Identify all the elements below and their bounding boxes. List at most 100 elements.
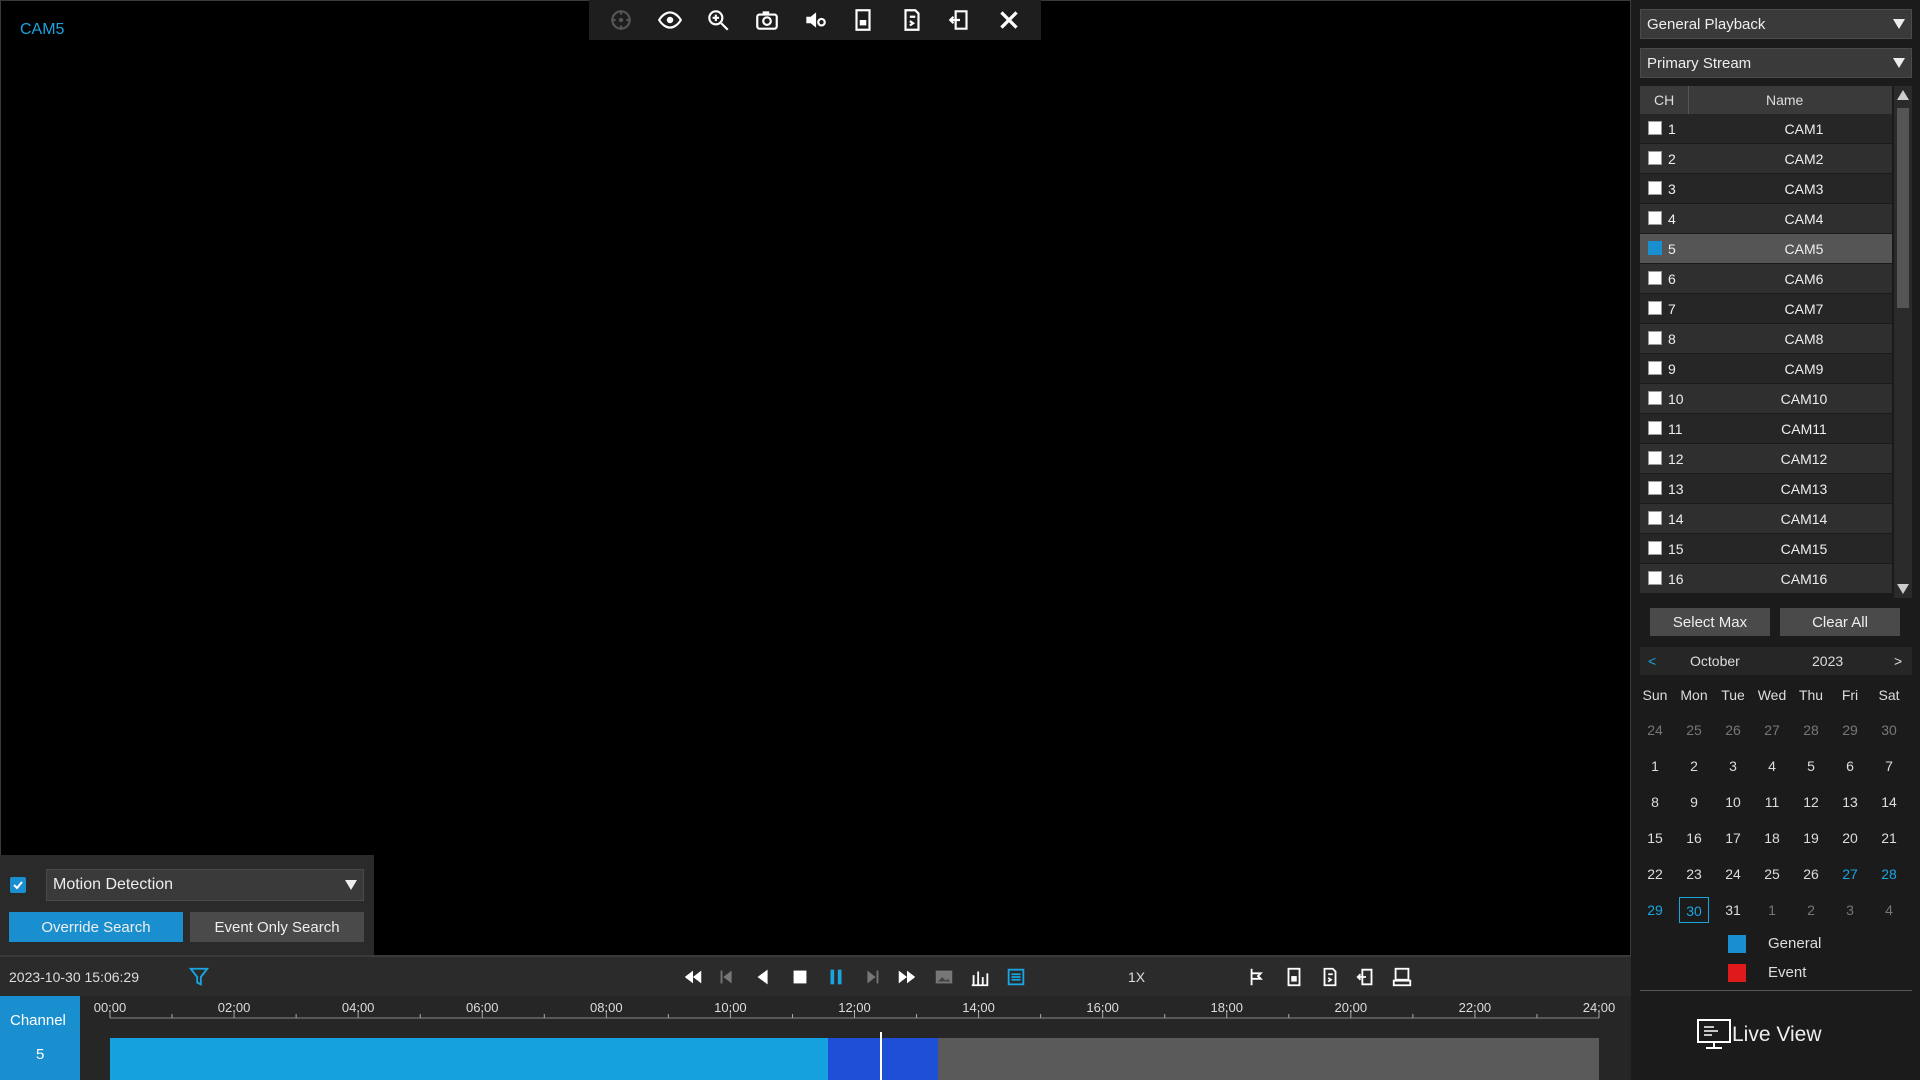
calendar-day[interactable]: 3 — [1835, 897, 1865, 923]
channel-row[interactable]: 16 CAM16 — [1640, 564, 1892, 593]
calendar-day[interactable]: 10 — [1718, 789, 1748, 815]
calendar-day[interactable]: 29 — [1835, 717, 1865, 743]
calendar-day[interactable]: 30 — [1679, 897, 1709, 923]
lock-file-icon[interactable] — [1281, 965, 1307, 989]
calendar-day[interactable]: 12 — [1796, 789, 1826, 815]
channel-row[interactable]: 7 CAM7 — [1640, 294, 1892, 323]
channel-checkbox[interactable] — [1648, 211, 1662, 225]
channel-row[interactable]: 14 CAM14 — [1640, 504, 1892, 533]
fast-forward-icon[interactable] — [894, 965, 920, 989]
calendar-day[interactable]: 4 — [1874, 897, 1904, 923]
calendar-day[interactable]: 26 — [1796, 861, 1826, 887]
channel-checkbox[interactable] — [1648, 181, 1662, 195]
event-only-search-button[interactable]: Event Only Search — [190, 912, 364, 942]
calendar-day[interactable]: 22 — [1640, 861, 1670, 887]
calendar-day[interactable]: 24 — [1718, 861, 1748, 887]
channel-checkbox[interactable] — [1648, 421, 1662, 435]
calendar-day[interactable]: 5 — [1796, 753, 1826, 779]
calendar-month-select[interactable]: October — [1690, 653, 1740, 669]
step-forward-icon[interactable] — [859, 965, 885, 989]
calendar-day[interactable]: 2 — [1679, 753, 1709, 779]
reverse-play-icon[interactable] — [750, 965, 776, 989]
channel-checkbox[interactable] — [1648, 391, 1662, 405]
calendar-day[interactable]: 21 — [1874, 825, 1904, 851]
calendar-day[interactable]: 14 — [1874, 789, 1904, 815]
clip-icon[interactable] — [1317, 965, 1343, 989]
event-type-select[interactable]: Motion Detection — [46, 869, 364, 901]
channel-checkbox[interactable] — [1648, 451, 1662, 465]
event-type-checkbox[interactable] — [10, 877, 26, 893]
calendar-day[interactable]: 1 — [1757, 897, 1787, 923]
playback-speed[interactable]: 1X — [1128, 969, 1145, 985]
channel-checkbox[interactable] — [1648, 541, 1662, 555]
calendar-day[interactable]: 27 — [1757, 717, 1787, 743]
select-max-button[interactable]: Select Max — [1650, 608, 1770, 636]
step-back-icon[interactable] — [714, 965, 740, 989]
calendar-day[interactable]: 9 — [1679, 789, 1709, 815]
channel-row[interactable]: 11 CAM11 — [1640, 414, 1892, 443]
channel-row[interactable]: 6 CAM6 — [1640, 264, 1892, 293]
scroll-down-icon[interactable] — [1897, 584, 1909, 594]
calendar-day[interactable]: 25 — [1679, 717, 1709, 743]
recording-track[interactable] — [110, 1038, 1599, 1080]
eye-icon[interactable] — [652, 2, 688, 38]
image-icon[interactable] — [931, 965, 957, 989]
calendar-day[interactable]: 1 — [1640, 753, 1670, 779]
channel-row[interactable]: 5 CAM5 — [1640, 234, 1892, 263]
channel-row[interactable]: 2 CAM2 — [1640, 144, 1892, 173]
calendar-day[interactable]: 13 — [1835, 789, 1865, 815]
calendar-day[interactable]: 30 — [1874, 717, 1904, 743]
playback-mode-select[interactable]: General Playback — [1640, 9, 1912, 39]
filter-icon[interactable] — [188, 966, 210, 988]
calendar-day[interactable]: 6 — [1835, 753, 1865, 779]
calendar-day[interactable]: 3 — [1718, 753, 1748, 779]
clear-all-button[interactable]: Clear All — [1780, 608, 1900, 636]
channel-row[interactable]: 3 CAM3 — [1640, 174, 1892, 203]
scroll-up-icon[interactable] — [1897, 90, 1909, 100]
calendar-day[interactable]: 25 — [1757, 861, 1787, 887]
timeline-cursor[interactable] — [879, 1032, 882, 1080]
backup-icon[interactable] — [942, 2, 978, 38]
channel-scrollbar[interactable] — [1894, 86, 1912, 598]
clip-icon[interactable] — [894, 2, 930, 38]
calendar-day[interactable]: 20 — [1835, 825, 1865, 851]
calendar-next-button[interactable]: > — [1894, 653, 1902, 669]
calendar-day[interactable]: 28 — [1796, 717, 1826, 743]
calendar-day[interactable]: 29 — [1640, 897, 1670, 923]
channel-checkbox[interactable] — [1648, 241, 1662, 255]
list-icon[interactable] — [1003, 965, 1029, 989]
calendar-day[interactable]: 2 — [1796, 897, 1826, 923]
tag-icon[interactable] — [1245, 965, 1271, 989]
channel-checkbox[interactable] — [1648, 151, 1662, 165]
channel-row[interactable]: 4 CAM4 — [1640, 204, 1892, 233]
channel-row[interactable]: 1 CAM1 — [1640, 114, 1892, 143]
calendar-day[interactable]: 7 — [1874, 753, 1904, 779]
calendar-day[interactable]: 27 — [1835, 861, 1865, 887]
zoom-in-icon[interactable] — [700, 2, 736, 38]
calendar-day[interactable]: 26 — [1718, 717, 1748, 743]
calendar-day[interactable]: 17 — [1718, 825, 1748, 851]
close-icon[interactable] — [991, 2, 1027, 38]
stop-icon[interactable] — [787, 965, 813, 989]
channel-row[interactable]: 15 CAM15 — [1640, 534, 1892, 563]
calendar-day[interactable]: 31 — [1718, 897, 1748, 923]
audio-icon[interactable] — [797, 2, 833, 38]
stream-select[interactable]: Primary Stream — [1640, 48, 1912, 78]
calendar-day[interactable]: 28 — [1874, 861, 1904, 887]
calendar-prev-button[interactable]: < — [1648, 653, 1656, 669]
calendar-day[interactable]: 16 — [1679, 825, 1709, 851]
channel-checkbox[interactable] — [1648, 361, 1662, 375]
fast-rewind-icon[interactable] — [680, 965, 706, 989]
calendar-day[interactable]: 8 — [1640, 789, 1670, 815]
calendar-day[interactable]: 4 — [1757, 753, 1787, 779]
channel-row[interactable]: 12 CAM12 — [1640, 444, 1892, 473]
pause-icon[interactable] — [823, 965, 849, 989]
channel-checkbox[interactable] — [1648, 331, 1662, 345]
channel-checkbox[interactable] — [1648, 271, 1662, 285]
timeline[interactable]: 00:00 02:00 04:00 06:00 08:00 10:00 12:00 14:00… — [80, 996, 1631, 1080]
channel-checkbox[interactable] — [1648, 121, 1662, 135]
ptz-icon[interactable] — [603, 2, 639, 38]
channel-row[interactable]: 10 CAM10 — [1640, 384, 1892, 413]
bookmark-icon[interactable] — [845, 2, 881, 38]
channel-checkbox[interactable] — [1648, 481, 1662, 495]
